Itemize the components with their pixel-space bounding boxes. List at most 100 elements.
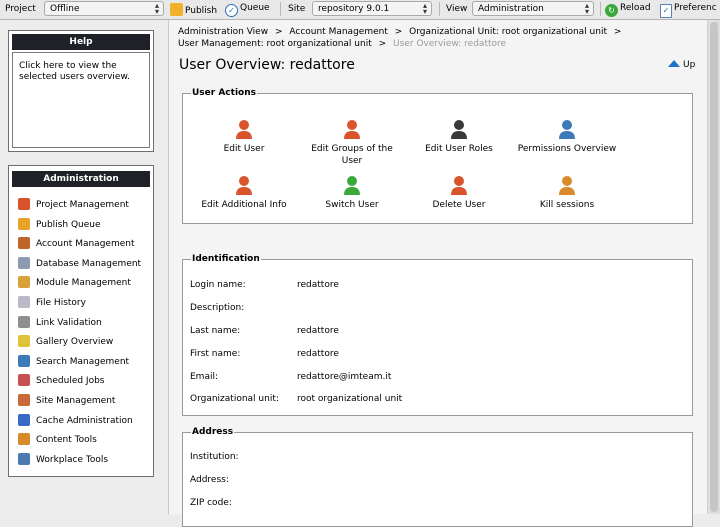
sidebar-item-project-management[interactable]: Project Management <box>18 198 129 210</box>
gallery-overview-icon <box>18 335 30 347</box>
sidebar-item-label: Project Management <box>36 200 129 210</box>
address-fieldset: Address <box>182 427 693 527</box>
up-arrow-icon <box>668 60 680 67</box>
sidebar-item-content-tools[interactable]: Content Tools <box>18 433 97 445</box>
help-box[interactable]: Click here to view the selected users ov… <box>12 52 150 148</box>
sidebar-item-module-management[interactable]: Module Management <box>18 276 131 288</box>
breadcrumb-item-account-management[interactable]: Account Management <box>289 27 388 37</box>
action-edit-groups[interactable]: Edit Groups of the User <box>302 118 402 167</box>
action-edit-user-roles[interactable]: Edit User Roles <box>409 118 509 155</box>
toolbar-divider <box>439 2 440 16</box>
breadcrumb-item-organizational-unit[interactable]: Organizational Unit: root organizational… <box>409 27 607 37</box>
breadcrumb-current: User Overview: redattore <box>393 39 507 49</box>
file-history-icon <box>18 296 30 308</box>
user-actions-legend: User Actions <box>192 88 256 98</box>
field-label: First name: <box>190 349 241 359</box>
sidebar-item-search-management[interactable]: Search Management <box>18 355 129 367</box>
publish-queue-icon <box>18 218 30 230</box>
sidebar-item-workplace-tools[interactable]: Workplace Tools <box>18 453 108 465</box>
sidebar-item-scheduled-jobs[interactable]: Scheduled Jobs <box>18 374 105 386</box>
action-label: Kill sessions <box>539 200 595 210</box>
permissions-overview-icon <box>556 118 578 140</box>
address-legend: Address <box>192 427 234 437</box>
project-label: Project <box>5 4 36 14</box>
breadcrumb-separator: > <box>378 39 387 49</box>
toolbar-divider <box>600 2 601 16</box>
administration-title: Administration <box>12 171 150 187</box>
queue-icon: ✓ <box>225 4 238 17</box>
action-delete-user[interactable]: Delete User <box>409 174 509 211</box>
sidebar-item-account-management[interactable]: Account Management <box>18 237 135 249</box>
field-label: Address: <box>190 475 229 485</box>
field-value: redattore <box>297 349 339 359</box>
sidebar-item-cache-administration[interactable]: Cache Administration <box>18 414 133 426</box>
sidebar-item-label: Site Management <box>36 396 116 406</box>
up-button[interactable]: Up <box>668 60 695 70</box>
scheduled-jobs-icon <box>18 374 30 386</box>
queue-button[interactable]: ✓ Queue <box>225 3 270 17</box>
edit-groups-icon <box>341 118 363 140</box>
switch-user-icon <box>341 174 363 196</box>
sidebar-item-publish-queue[interactable]: Publish Queue <box>18 218 101 230</box>
edit-user-icon <box>233 118 255 140</box>
reload-button[interactable]: ↻ Reload <box>605 3 651 17</box>
field-value: redattore <box>297 326 339 336</box>
workplace-tools-icon <box>18 453 30 465</box>
scrollbar-thumb[interactable] <box>710 22 718 512</box>
action-kill-sessions[interactable]: Kill sessions <box>517 174 617 211</box>
toolbar-divider <box>280 2 281 16</box>
action-edit-user[interactable]: Edit User <box>194 118 294 155</box>
sidebar-item-label: Database Management <box>36 259 142 269</box>
reload-icon: ↻ <box>605 4 618 17</box>
action-switch-user[interactable]: Switch User <box>302 174 402 211</box>
project-select-value: Offline <box>50 4 80 14</box>
view-select[interactable]: Administration ▴ ▾ <box>472 1 594 16</box>
action-edit-additional-info[interactable]: Edit Additional Info <box>194 174 294 211</box>
top-toolbar: Project Offline ▴ ▾ Publish ✓ Queue Site r… <box>0 0 720 20</box>
project-management-icon <box>18 198 30 210</box>
breadcrumb-item-administration-view[interactable]: Administration View <box>178 27 268 37</box>
sidebar-item-gallery-overview[interactable]: Gallery Overview <box>18 335 113 347</box>
preferences-icon: ✓ <box>660 4 672 18</box>
up-label: Up <box>683 60 696 70</box>
preferences-button[interactable]: ✓ Preferenc <box>660 3 717 18</box>
sidebar-item-label: Cache Administration <box>36 416 133 426</box>
vertical-scrollbar[interactable] <box>707 20 720 514</box>
sidebar-item-site-management[interactable]: Site Management <box>18 394 115 406</box>
select-arrows-icon: ▴ ▾ <box>422 1 427 16</box>
link-validation-icon <box>18 316 30 328</box>
site-select[interactable]: repository 9.0.1 ▴ ▾ <box>312 1 432 16</box>
reload-label: Reload <box>620 3 651 13</box>
queue-label: Queue <box>240 3 270 13</box>
field-value: redattore@imteam.it <box>297 372 392 382</box>
field-label: Last name: <box>190 326 241 336</box>
publish-icon <box>170 3 183 16</box>
preferences-label: Preferenc <box>674 3 717 13</box>
field-value: redattore <box>297 280 339 290</box>
publish-button[interactable]: Publish <box>170 3 217 16</box>
breadcrumb-separator: > <box>274 27 283 37</box>
module-management-icon <box>18 276 30 288</box>
sidebar-item-database-management[interactable]: Database Management <box>18 257 141 269</box>
project-select[interactable]: Offline ▴ ▾ <box>44 1 164 16</box>
identification-legend: Identification <box>192 254 260 264</box>
action-permissions-overview[interactable]: Permissions Overview <box>517 118 617 155</box>
field-label: Description: <box>190 303 245 313</box>
field-label: Organizational unit: <box>190 394 279 404</box>
action-label: Switch User <box>325 200 379 210</box>
select-arrows-icon: ▴ ▾ <box>584 1 589 16</box>
breadcrumb-separator: > <box>394 27 403 37</box>
sidebar-item-file-history[interactable]: File History <box>18 296 86 308</box>
sidebar-item-label: Content Tools <box>36 435 97 445</box>
content-tools-icon <box>18 433 30 445</box>
site-label: Site <box>288 4 306 14</box>
breadcrumb-item-user-management[interactable]: User Management: root organizational uni… <box>178 39 372 49</box>
sidebar-item-label: Gallery Overview <box>36 337 114 347</box>
action-label: Edit User Roles <box>425 144 493 154</box>
breadcrumb: Administration View > Account Management… <box>178 27 625 37</box>
sidebar-item-label: Account Management <box>36 239 135 249</box>
cache-administration-icon <box>18 414 30 426</box>
sidebar-item-label: Module Management <box>36 278 131 288</box>
sidebar-item-label: Scheduled Jobs <box>36 376 105 386</box>
sidebar-item-link-validation[interactable]: Link Validation <box>18 316 102 328</box>
